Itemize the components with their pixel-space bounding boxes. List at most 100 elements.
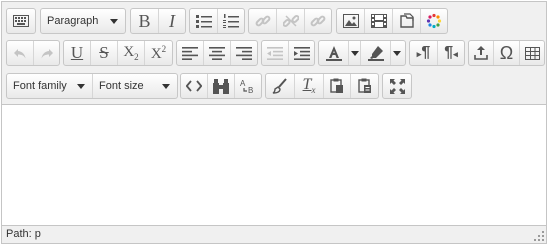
- font-family-value: Font family: [13, 80, 67, 92]
- italic-icon: I: [169, 10, 175, 31]
- svg-text:B: B: [248, 86, 253, 94]
- clear-formatting-button[interactable]: Tx: [295, 74, 324, 98]
- align-center-button[interactable]: [204, 41, 231, 65]
- format-group: U S X2 X2: [63, 40, 173, 66]
- chevron-down-icon: [77, 84, 85, 89]
- font-family-select[interactable]: Font family: [7, 74, 93, 98]
- undo-button[interactable]: [7, 41, 34, 65]
- bold-button[interactable]: B: [131, 9, 159, 33]
- redo-button[interactable]: [34, 41, 59, 65]
- fullscreen-icon: [389, 78, 405, 94]
- special-character-button[interactable]: Ω: [494, 41, 520, 65]
- ltr-button[interactable]: ▸¶: [410, 41, 438, 65]
- chevron-down-icon: [110, 19, 118, 24]
- element-path: Path: p: [6, 228, 41, 240]
- insert-table-button[interactable]: [520, 41, 544, 65]
- subscript-icon: X2: [123, 44, 138, 62]
- resize-handle[interactable]: [534, 231, 544, 241]
- insert-media-button[interactable]: [365, 9, 393, 33]
- image-icon: [342, 14, 359, 28]
- clipboard-group: Tx: [265, 73, 379, 99]
- paste-word-icon: [357, 78, 372, 94]
- unlink-button[interactable]: [277, 9, 305, 33]
- subscript-base: X: [123, 44, 135, 60]
- upload-icon: [474, 46, 488, 60]
- block-format-value: Paragraph: [47, 15, 99, 27]
- rtl-button[interactable]: ¶◂: [438, 41, 464, 65]
- paste-text-button[interactable]: [324, 74, 351, 98]
- rich-text-editor: Paragraph B I U S X2 X2 ▸¶ ¶◂ Ω Font fam…: [1, 1, 547, 244]
- accessibility-checker-button[interactable]: [421, 9, 447, 33]
- keyboard-icon: [13, 15, 29, 27]
- paste-word-button[interactable]: [351, 74, 378, 98]
- underline-button[interactable]: U: [64, 41, 91, 65]
- chevron-down-icon: [350, 50, 359, 56]
- align-left-button[interactable]: [177, 41, 204, 65]
- clean-up-button[interactable]: [266, 74, 295, 98]
- outdent-button[interactable]: [262, 41, 289, 65]
- chevron-down-icon: [162, 84, 170, 89]
- numbered-list-button[interactable]: [218, 9, 244, 33]
- indent-button[interactable]: [289, 41, 314, 65]
- align-right-icon: [236, 46, 252, 60]
- film-icon: [370, 14, 387, 28]
- color-wheel-icon: [426, 13, 442, 29]
- manage-files-button[interactable]: [393, 9, 421, 33]
- media-group: [336, 8, 448, 34]
- block-format-select[interactable]: Paragraph: [41, 9, 125, 33]
- insert-group: Ω: [468, 40, 545, 66]
- text-color-button[interactable]: [319, 41, 349, 65]
- link-group: [248, 8, 332, 34]
- block-format-group: Paragraph: [40, 8, 126, 34]
- anchor-button[interactable]: [305, 9, 331, 33]
- insert-link-button[interactable]: [249, 9, 277, 33]
- editor-statusbar: Path: p: [2, 225, 546, 243]
- superscript-button[interactable]: X2: [145, 41, 172, 65]
- indent-group: [261, 40, 315, 66]
- source-code-button[interactable]: [181, 74, 208, 98]
- align-right-button[interactable]: [231, 41, 257, 65]
- text-color-dropdown[interactable]: [349, 41, 361, 65]
- toolbar-row-1: Paragraph B I: [2, 8, 546, 36]
- ltr-pilcrow: ¶: [421, 44, 431, 61]
- outdent-icon: [267, 46, 283, 60]
- toolbar-toggle-button[interactable]: [7, 9, 35, 33]
- fullscreen-button[interactable]: [383, 74, 411, 98]
- link-alt-icon: [310, 13, 326, 29]
- find-button[interactable]: [208, 74, 235, 98]
- insert-equation-button[interactable]: [469, 41, 494, 65]
- insert-image-button[interactable]: [337, 9, 365, 33]
- omega-icon: Ω: [499, 42, 514, 63]
- find-replace-button[interactable]: AB: [235, 74, 261, 98]
- align-left-icon: [182, 46, 198, 60]
- fullscreen-group: [382, 73, 412, 99]
- link-icon: [255, 13, 271, 29]
- subscript-button[interactable]: X2: [118, 41, 145, 65]
- paste-icon: [330, 78, 344, 94]
- background-color-dropdown[interactable]: [391, 41, 403, 65]
- redo-icon: [40, 46, 54, 60]
- indent-icon: [293, 46, 310, 60]
- text-style-group: B I: [130, 8, 186, 34]
- editor-content-area[interactable]: [2, 105, 546, 225]
- strikethrough-button[interactable]: S: [91, 41, 118, 65]
- svg-text:A: A: [240, 79, 246, 88]
- highlighter-icon: [367, 45, 384, 61]
- italic-button[interactable]: I: [159, 9, 185, 33]
- editor-toolbar: Paragraph B I U S X2 X2 ▸¶ ¶◂ Ω Font fam…: [2, 2, 546, 105]
- binoculars-icon: [213, 78, 229, 94]
- background-color-button[interactable]: [361, 41, 391, 65]
- rtl-icon: ¶◂: [444, 44, 457, 62]
- bullet-list-button[interactable]: [190, 9, 218, 33]
- toolbar-toggle-group: [6, 8, 36, 34]
- font-size-value: Font size: [99, 80, 144, 92]
- toolbar-row-2: U S X2 X2 ▸¶ ¶◂ Ω: [2, 40, 546, 68]
- replace-icon: AB: [240, 78, 257, 94]
- list-group: [189, 8, 245, 34]
- history-group: [6, 40, 60, 66]
- underline-icon: U: [70, 43, 84, 62]
- font-group: Font family Font size: [6, 73, 178, 99]
- tools-group: AB: [180, 73, 262, 99]
- strikethrough-icon: S: [99, 43, 109, 62]
- font-size-select[interactable]: Font size: [93, 74, 177, 98]
